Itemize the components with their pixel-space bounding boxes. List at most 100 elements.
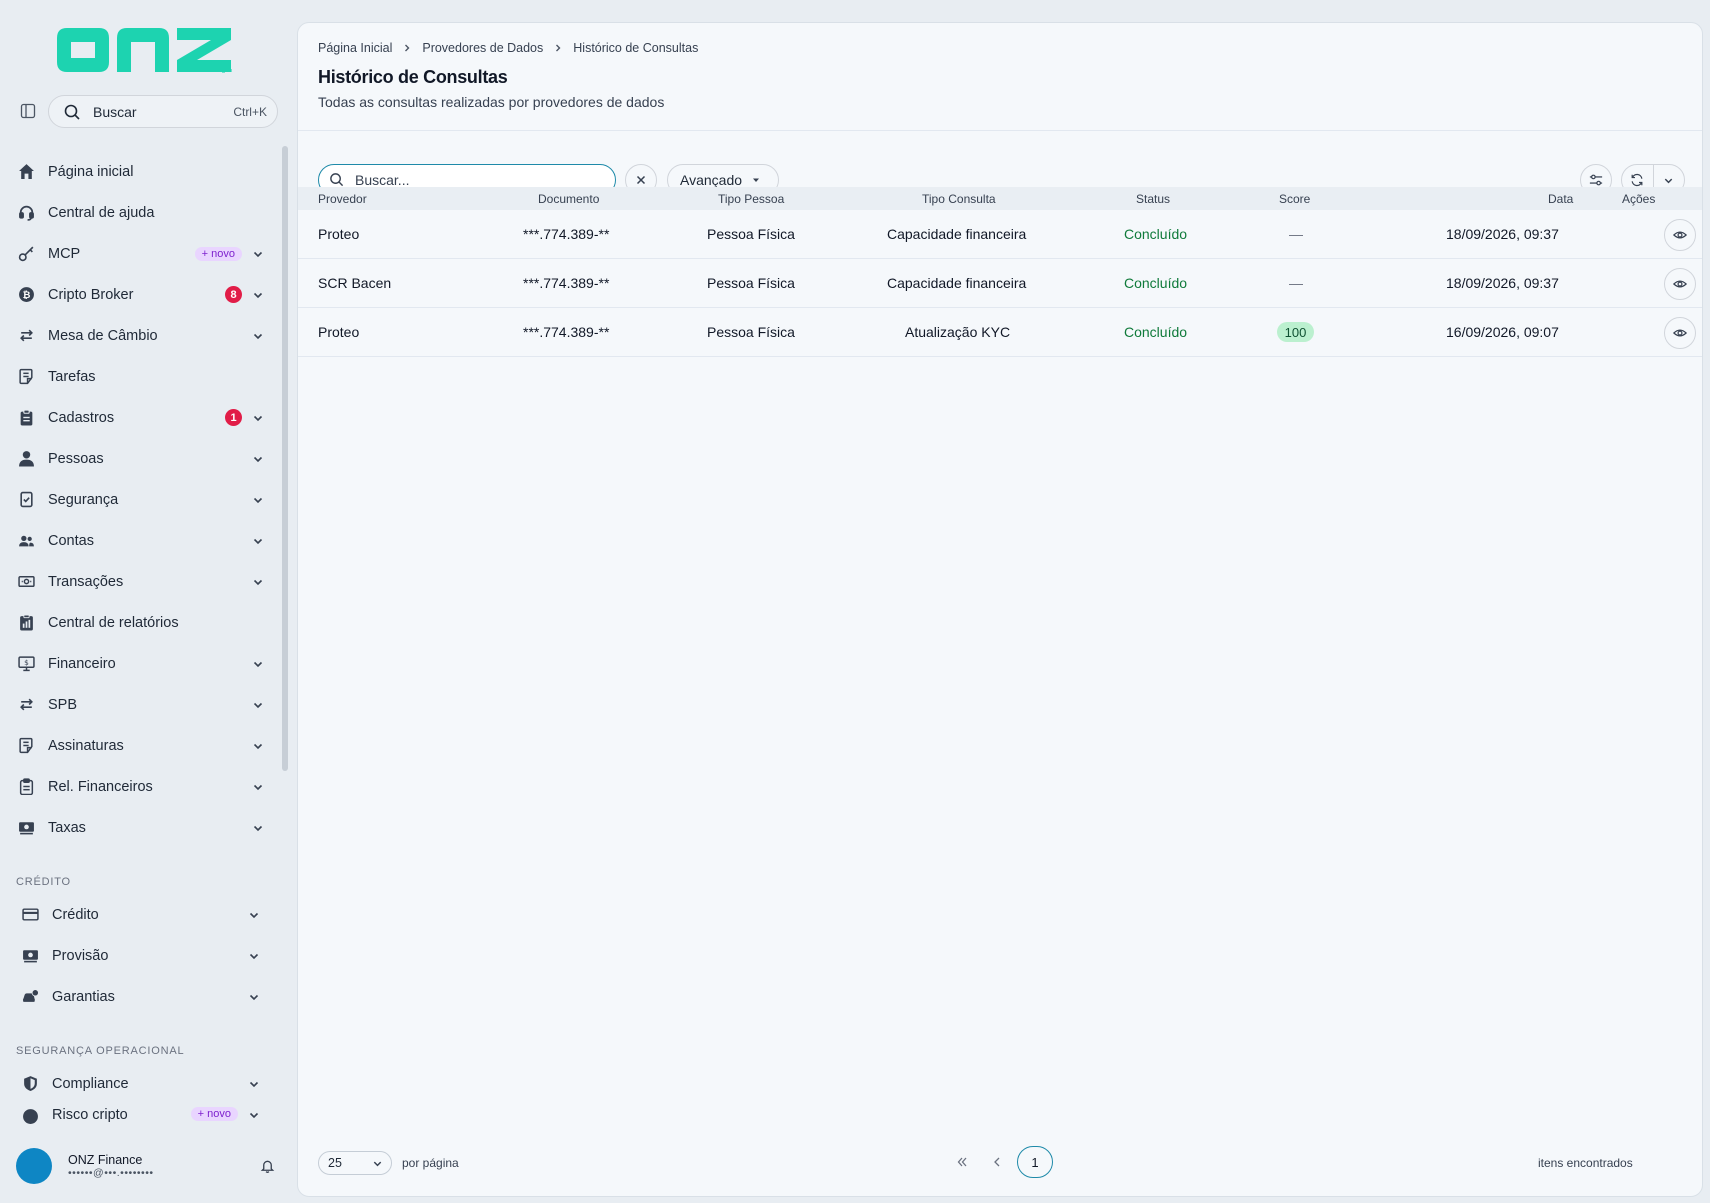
column-header: Ações: [1622, 192, 1656, 206]
cell-data: 18/09/2026, 09:37: [1446, 275, 1559, 291]
sliders-icon: [1589, 174, 1603, 186]
bell-icon[interactable]: [256, 1155, 278, 1177]
table-row[interactable]: Proteo ***.774.389-** Pessoa Física Atua…: [298, 308, 1702, 357]
score-badge: 100: [1277, 322, 1314, 342]
sidebar-search[interactable]: Buscar Ctrl+K: [48, 95, 278, 128]
breadcrumb-item-current: Histórico de Consultas: [573, 41, 699, 55]
exchange-icon: [17, 696, 35, 714]
chevron-down-icon: [246, 989, 262, 1005]
sidebar-item-risco-cripto[interactable]: Risco cripto + novo: [0, 1104, 280, 1124]
sidebar-item-tarefas[interactable]: Tarefas: [0, 356, 280, 397]
column-header[interactable]: Tipo Pessoa: [718, 192, 784, 206]
sidebar-item-financeiro[interactable]: $ Financeiro: [0, 643, 280, 684]
sidebar-item-mesa-de-cambio[interactable]: Mesa de Câmbio: [0, 315, 280, 356]
sidebar-item-rel-financeiros[interactable]: Rel. Financeiros: [0, 766, 280, 807]
sidebar: Buscar Ctrl+K Página inicial Central de …: [0, 0, 296, 1203]
breadcrumb-item[interactable]: Página Inicial: [318, 41, 392, 55]
sidebar-item-compliance[interactable]: Compliance: [0, 1063, 280, 1104]
report-icon: [17, 614, 35, 632]
column-header[interactable]: Status: [1136, 192, 1170, 206]
column-header[interactable]: Provedor: [318, 192, 367, 206]
cell-score: —: [1289, 226, 1303, 242]
sidebar-item-credito[interactable]: Crédito: [0, 894, 280, 935]
sidebar-item-label: Provisão: [52, 947, 109, 964]
sidebar-item-assinaturas[interactable]: Assinaturas: [0, 725, 280, 766]
person-icon: [17, 450, 35, 468]
sidebar-item-pessoas[interactable]: Pessoas: [0, 438, 280, 479]
cash-icon: [17, 573, 35, 591]
chevron-down-icon: [250, 533, 266, 549]
sidebar-item-central-de-ajuda[interactable]: Central de ajuda: [0, 192, 280, 233]
column-header[interactable]: Data: [1548, 192, 1573, 206]
sidebar-item-label: Crédito: [52, 906, 99, 923]
clipboard-check-icon: [17, 778, 35, 796]
page-title: Histórico de Consultas: [318, 67, 508, 87]
avatar[interactable]: [16, 1148, 52, 1184]
cell-documento: ***.774.389-**: [523, 275, 610, 291]
sidebar-item-seguranca[interactable]: Segurança: [0, 479, 280, 520]
sidebar-item-mcp[interactable]: MCP + novo: [0, 233, 280, 274]
chevron-down-icon: [250, 451, 266, 467]
user-profile[interactable]: ONZ Finance ••••••@•••.••••••••: [0, 1136, 296, 1196]
chevron-down-icon: [250, 697, 266, 713]
sidebar-item-taxas[interactable]: Taxas: [0, 807, 280, 848]
clipboard-icon: [17, 409, 35, 427]
breadcrumb-item[interactable]: Provedores de Dados: [422, 41, 543, 55]
search-shortcut: Ctrl+K: [233, 104, 267, 119]
table-row[interactable]: SCR Bacen ***.774.389-** Pessoa Física C…: [298, 259, 1702, 308]
chevron-down-icon: [250, 779, 266, 795]
view-button[interactable]: [1664, 268, 1696, 300]
chevron-right-icon: [553, 43, 563, 53]
money-icon: [21, 947, 39, 965]
shield-icon: [21, 1075, 39, 1093]
cell-tipo-consulta: Atualização KYC: [905, 324, 1011, 340]
svg-text:$: $: [24, 658, 29, 667]
sidebar-item-label: Financeiro: [48, 655, 116, 672]
chevron-down-icon: [246, 1107, 262, 1123]
sidebar-item-spb[interactable]: SPB: [0, 684, 280, 725]
column-header[interactable]: Tipo Consulta: [922, 192, 996, 206]
signature-icon: [17, 737, 35, 755]
sidebar-item-contas[interactable]: Contas: [0, 520, 280, 561]
section-title-seguranca-operacional: SEGURANÇA OPERACIONAL: [16, 1045, 185, 1057]
sidebar-toggle-icon[interactable]: [18, 101, 38, 121]
previous-page-icon[interactable]: [990, 1155, 1004, 1169]
sidebar-item-transacoes[interactable]: Transações: [0, 561, 280, 602]
sidebar-item-label: Garantias: [52, 988, 115, 1005]
per-page-select[interactable]: 25: [318, 1151, 392, 1175]
user-email: ••••••@•••.••••••••: [68, 1167, 154, 1179]
cell-status: Concluído: [1124, 324, 1188, 340]
users-icon: [17, 532, 35, 550]
cell-tipo-consulta: Capacidade financeira: [887, 226, 1027, 242]
sidebar-item-pagina-inicial[interactable]: Página inicial: [0, 151, 280, 192]
page-header: Página Inicial Provedores de Dados Histó…: [298, 23, 1702, 131]
table-row[interactable]: Proteo ***.774.389-** Pessoa Física Capa…: [298, 210, 1702, 259]
chevron-down-icon: [250, 328, 266, 344]
column-header[interactable]: Documento: [538, 192, 599, 206]
sidebar-item-label: Compliance: [52, 1075, 129, 1092]
onz-logo[interactable]: [55, 22, 235, 74]
sidebar-item-label: Taxas: [48, 819, 86, 836]
chevron-down-icon: [246, 1076, 262, 1092]
cell-data: 16/09/2026, 09:07: [1446, 324, 1559, 340]
first-page-icon[interactable]: [955, 1155, 969, 1169]
sidebar-item-cripto-broker[interactable]: ₿ Cripto Broker 8: [0, 274, 280, 315]
sidebar-item-provisao[interactable]: Provisão: [0, 935, 280, 976]
count-badge: 8: [225, 286, 242, 303]
sidebar-item-label: MCP: [48, 245, 81, 262]
chevron-down-icon: [250, 738, 266, 754]
column-header[interactable]: Score: [1279, 192, 1310, 206]
sidebar-item-central-de-relatorios[interactable]: Central de relatórios: [0, 602, 280, 643]
current-page-button[interactable]: 1: [1017, 1146, 1053, 1178]
view-button[interactable]: [1664, 317, 1696, 349]
sidebar-scrollbar[interactable]: [282, 146, 288, 771]
sidebar-item-garantias[interactable]: Garantias: [0, 976, 280, 1017]
view-button[interactable]: [1664, 219, 1696, 251]
cell-status: Concluído: [1124, 226, 1188, 242]
sidebar-item-cadastros[interactable]: Cadastros 1: [0, 397, 280, 438]
chevron-down-icon: [250, 410, 266, 426]
sidebar-search-label: Buscar: [93, 103, 137, 120]
chevron-down-icon: [372, 1158, 383, 1169]
cell-data: 18/09/2026, 09:37: [1446, 226, 1559, 242]
car-icon: [21, 988, 39, 1006]
